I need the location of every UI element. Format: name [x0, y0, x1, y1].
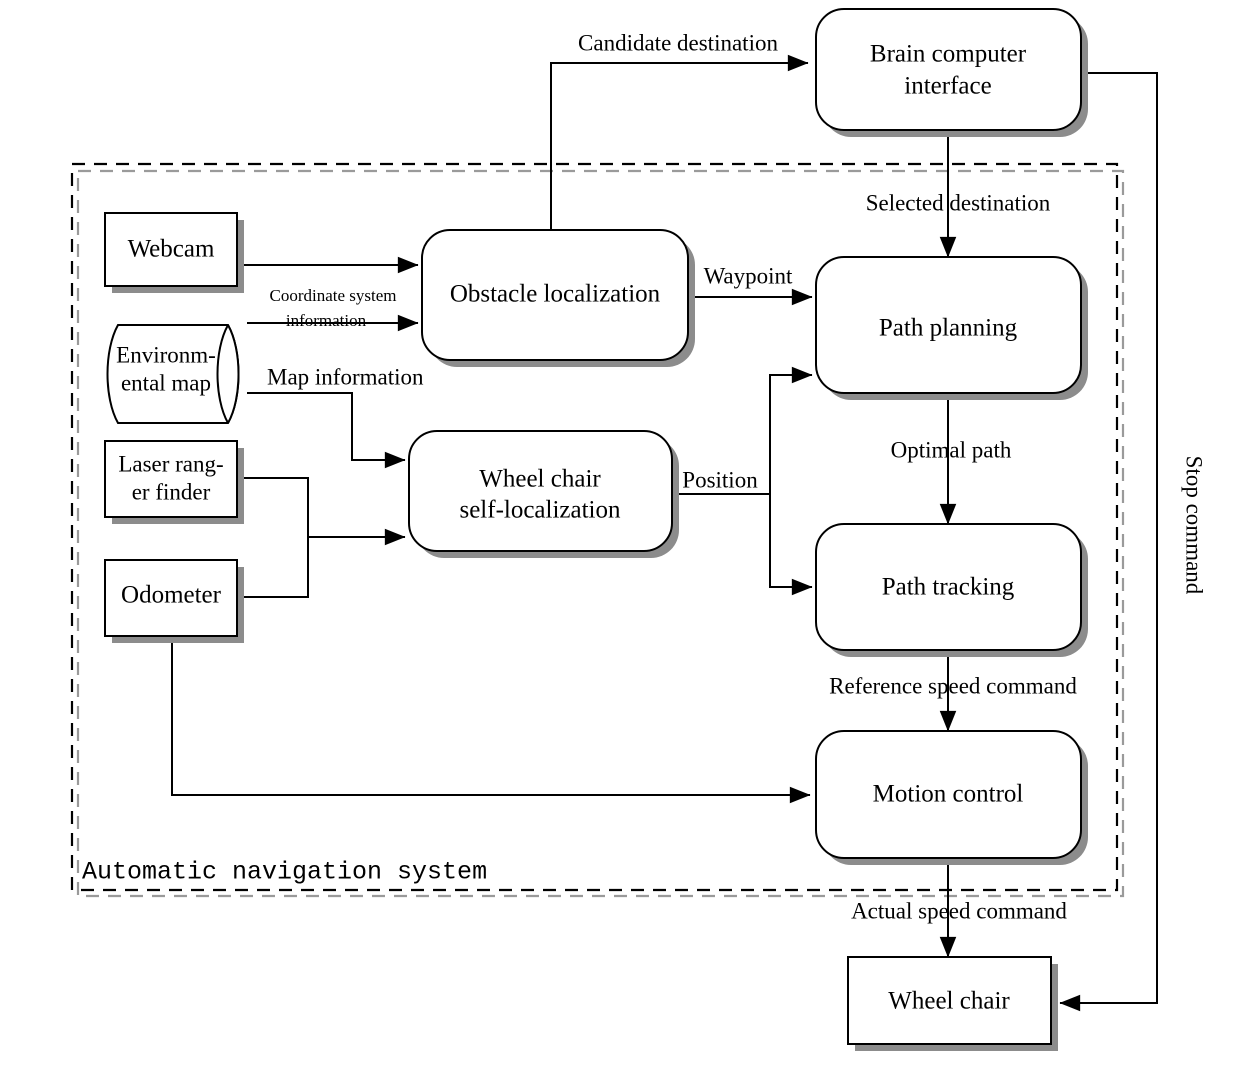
edge-sensors-to-self-localization: [241, 477, 406, 598]
edge-candidate-destination: Candidate destination: [550, 30, 809, 230]
edge-odometer-motion-line: [171, 640, 811, 804]
edge-stop-command-label: Stop command: [1182, 456, 1207, 595]
node-environmental-map[interactable]: Environm- ental map: [106, 324, 240, 424]
edge-coordinate-system-information: Coordinate system information: [247, 286, 419, 332]
edge-map-information-line: [247, 392, 406, 469]
node-laser-label-line2: er finder: [132, 479, 211, 504]
node-self-localization-label-line1: Wheel chair: [479, 466, 601, 493]
edge-selected-destination-label: Selected destination: [866, 190, 1051, 215]
edge-map-information-label: Map information: [267, 364, 424, 389]
node-environmental-map-cap: [227, 324, 240, 424]
node-webcam[interactable]: Webcam: [104, 212, 244, 293]
edge-optimal-path-label: Optimal path: [891, 437, 1012, 462]
edge-waypoint: Waypoint: [688, 263, 813, 306]
node-brain-computer-interface-box[interactable]: [815, 8, 1082, 131]
edge-odometer-to-motion-control: [171, 640, 811, 804]
node-wheel-chair-self-localization[interactable]: Wheel chair self-localization: [408, 430, 679, 558]
node-bci-label-line1: Brain computer: [870, 41, 1027, 68]
node-path-planning-label: Path planning: [879, 315, 1018, 342]
node-odometer-label: Odometer: [121, 582, 222, 609]
edge-candidate-destination-line: [550, 54, 809, 230]
boundary-label: Automatic navigation system: [82, 858, 487, 887]
edge-coordinate-label-line2: information: [286, 311, 367, 330]
edge-sensor-merge-bus: [241, 477, 309, 598]
node-laser-range-finder[interactable]: Laser rang- er finder: [104, 440, 244, 524]
edge-selected-destination: Selected destination: [866, 134, 1051, 258]
node-wheel-chair-label: Wheel chair: [888, 988, 1010, 1015]
node-webcam-label: Webcam: [128, 236, 215, 263]
node-brain-computer-interface[interactable]: Brain computer interface: [815, 8, 1088, 137]
node-path-tracking-label: Path tracking: [882, 574, 1015, 601]
node-environmental-map-label-line1: Environm-: [116, 342, 216, 367]
node-environmental-map-label-line2: ental map: [121, 370, 211, 395]
edge-position-to-path-tracking: [769, 494, 813, 596]
node-odometer[interactable]: Odometer: [104, 559, 244, 643]
edge-optimal-path: Optimal path: [891, 393, 1012, 525]
edge-coordinate-label-line1: Coordinate system: [269, 286, 396, 305]
node-obstacle-localization[interactable]: Obstacle localization: [421, 229, 695, 367]
node-motion-control[interactable]: Motion control: [815, 730, 1088, 865]
edge-map-information: Map information: [247, 364, 424, 469]
node-obstacle-localization-label: Obstacle localization: [450, 281, 661, 308]
edge-position: Position: [672, 366, 813, 596]
edge-position-label: Position: [682, 467, 758, 492]
node-wheel-chair[interactable]: Wheel chair: [847, 956, 1058, 1051]
edge-waypoint-label: Waypoint: [704, 263, 793, 288]
node-bci-label-line2: interface: [904, 73, 991, 100]
edge-reference-speed-label: Reference speed command: [829, 673, 1077, 698]
node-motion-control-label: Motion control: [873, 781, 1024, 808]
block-diagram: Automatic navigation system Candidate de…: [0, 0, 1240, 1081]
edge-stop-command: Stop command: [1059, 72, 1207, 1012]
node-path-tracking[interactable]: Path tracking: [815, 523, 1088, 657]
node-laser-label-line1: Laser rang-: [118, 451, 223, 476]
diagram-canvas: Automatic navigation system Candidate de…: [70, 8, 1207, 1051]
node-path-planning[interactable]: Path planning: [815, 256, 1088, 400]
edge-reference-speed-command: Reference speed command: [829, 650, 1077, 732]
node-self-localization-label-line2: self-localization: [459, 497, 621, 524]
edge-candidate-destination-label: Candidate destination: [578, 30, 778, 55]
edge-actual-speed-command: Actual speed command: [851, 858, 1067, 958]
edge-actual-speed-label: Actual speed command: [851, 898, 1067, 923]
